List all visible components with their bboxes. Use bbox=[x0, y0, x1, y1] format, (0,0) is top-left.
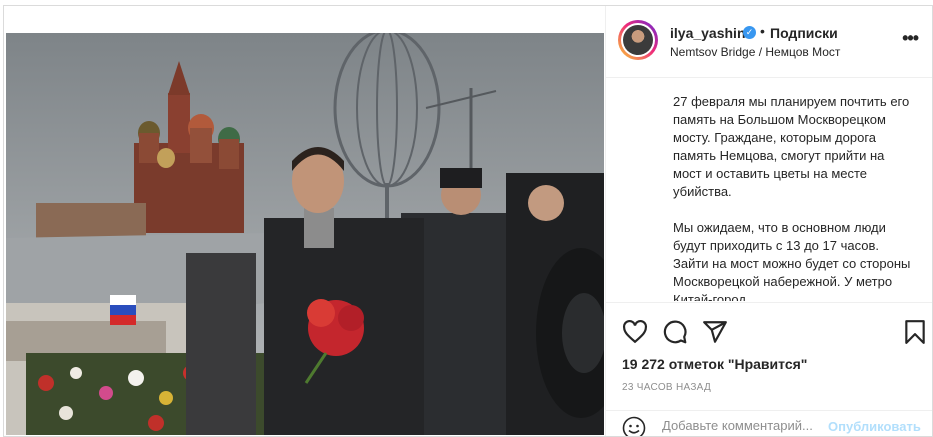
separator-dot: • bbox=[760, 23, 765, 39]
bookmark-icon[interactable] bbox=[902, 319, 928, 345]
share-icon[interactable] bbox=[702, 319, 728, 345]
post-timestamp[interactable]: 23 ЧАСОВ НАЗАД bbox=[622, 382, 711, 393]
verified-badge-icon: ✓ bbox=[743, 26, 756, 39]
username-link[interactable]: ilya_yashin bbox=[670, 25, 746, 41]
post-header: ilya_yashin ✓ • Подписки Nemtsov Bridge … bbox=[606, 6, 932, 78]
avatar-image bbox=[621, 23, 655, 57]
instagram-post: ilya_yashin ✓ • Подписки Nemtsov Bridge … bbox=[3, 5, 933, 437]
post-caption: 27 февраля мы планируем почтить его памя… bbox=[673, 93, 913, 301]
avatar[interactable] bbox=[618, 20, 658, 60]
avatar-photo bbox=[623, 25, 653, 55]
likes-count[interactable]: 19 272 отметок "Нравится" bbox=[622, 356, 807, 372]
following-button[interactable]: Подписки bbox=[770, 25, 838, 41]
comment-form: Опубликовать bbox=[606, 410, 932, 437]
caption-paragraph: 27 февраля мы планируем почтить его памя… bbox=[673, 94, 910, 199]
caption-paragraph: Мы ожидаем, что в основном люди будут пр… bbox=[673, 220, 911, 301]
more-options-icon[interactable]: ••• bbox=[902, 28, 919, 49]
post-sidebar: ilya_yashin ✓ • Подписки Nemtsov Bridge … bbox=[605, 6, 932, 436]
post-photo[interactable] bbox=[6, 33, 604, 435]
heart-icon[interactable] bbox=[622, 319, 648, 345]
emoji-icon[interactable] bbox=[622, 416, 646, 437]
post-actions: 19 272 отметок "Нравится" 23 ЧАСОВ НАЗАД… bbox=[606, 302, 932, 437]
comment-input[interactable] bbox=[662, 418, 832, 433]
post-photo-image bbox=[6, 33, 604, 435]
publish-button[interactable]: Опубликовать bbox=[828, 419, 921, 434]
comment-icon[interactable] bbox=[662, 319, 688, 345]
location-link[interactable]: Nemtsov Bridge / Немцов Мост bbox=[670, 45, 840, 59]
